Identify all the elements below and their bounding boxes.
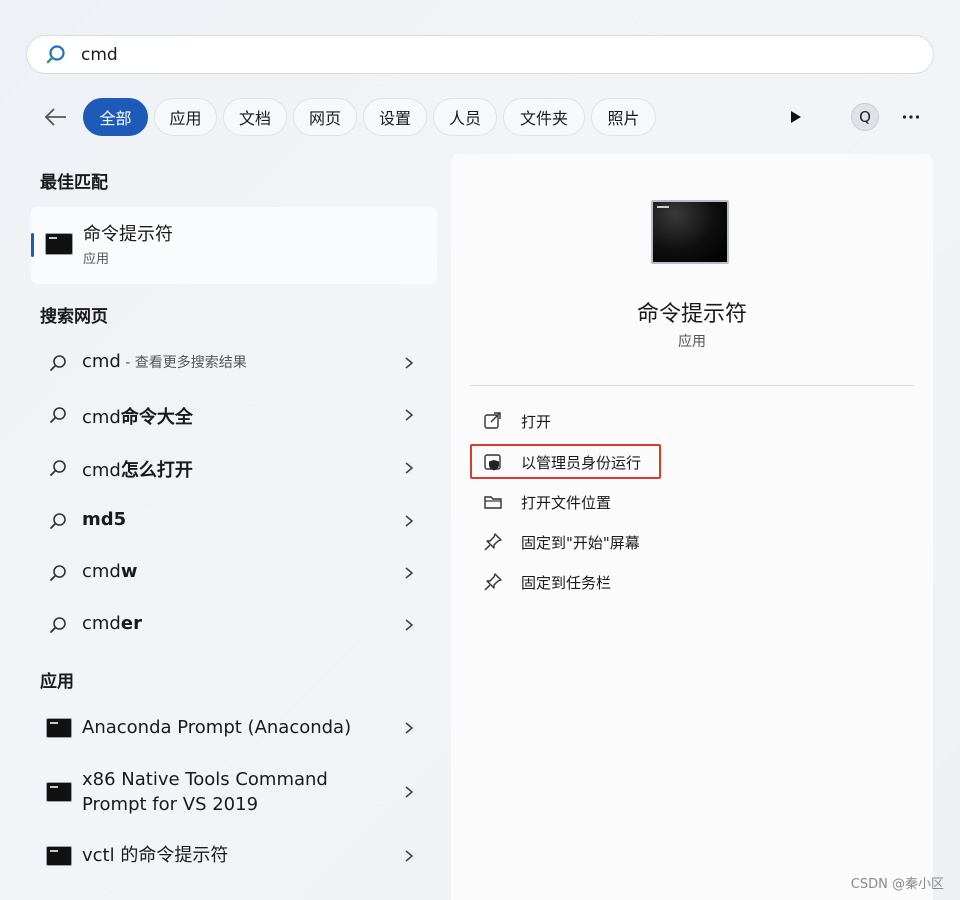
play-icon — [791, 111, 801, 123]
web-search-label: cmd - 查看更多搜索结果 — [82, 351, 247, 372]
app-item-label: vctl 的命令提示符 — [82, 845, 229, 866]
detail-subtitle: 应用 — [678, 334, 706, 350]
highlight-annotation — [470, 444, 661, 479]
chevron-right-icon — [405, 567, 414, 579]
web-search-header: 搜索网页 — [40, 307, 108, 327]
play-more-filters-button[interactable] — [780, 102, 810, 132]
chip-people[interactable]: 人员 — [433, 98, 497, 136]
detail-title: 命令提示符 — [636, 302, 747, 327]
chevron-right-icon — [405, 619, 414, 631]
detail-panel: 命令提示符 应用 打开 以管理员身份运行 打开文件位置 固定到"开始"屏幕 固定… — [451, 154, 933, 900]
best-match-item[interactable]: 命令提示符 应用 — [31, 207, 437, 284]
web-search-label: cmd怎么打开 — [82, 460, 193, 481]
chip-apps[interactable]: 应用 — [154, 98, 217, 136]
web-search-item[interactable]: md5 — [31, 497, 437, 545]
web-search-item[interactable]: cmder — [31, 601, 437, 649]
chevron-right-icon — [405, 515, 414, 527]
account-button[interactable]: Q — [850, 102, 880, 132]
action-pin-to-start[interactable]: 固定到"开始"屏幕 — [483, 527, 640, 557]
search-icon — [46, 44, 65, 63]
action-label: 固定到任务栏 — [521, 573, 612, 592]
chip-documents[interactable]: 文档 — [223, 98, 287, 136]
chip-settings[interactable]: 设置 — [363, 98, 427, 136]
chip-folders[interactable]: 文件夹 — [503, 98, 585, 136]
best-match-title: 命令提示符 — [83, 224, 173, 245]
app-item-label: Anaconda Prompt (Anaconda) — [82, 717, 352, 738]
pin-icon — [484, 533, 502, 551]
cmd-large-icon — [651, 200, 729, 264]
app-item[interactable]: x86 Native Tools Command Prompt for VS 20… — [31, 760, 437, 824]
action-label: 打开文件位置 — [521, 493, 612, 512]
chevron-right-icon — [405, 786, 414, 798]
search-icon — [50, 407, 66, 423]
terminal-app-icon — [46, 782, 72, 802]
search-icon — [50, 513, 66, 529]
chip-all[interactable]: 全部 — [83, 98, 148, 136]
action-open[interactable]: 打开 — [483, 406, 551, 436]
more-options-button[interactable] — [896, 102, 926, 132]
search-bar[interactable] — [26, 35, 934, 74]
best-match-header: 最佳匹配 — [40, 173, 108, 193]
watermark: CSDN @秦小区 — [850, 877, 944, 892]
action-label: 打开 — [521, 412, 552, 431]
web-search-item[interactable]: cmd - 查看更多搜索结果 — [31, 339, 437, 387]
chevron-right-icon — [405, 850, 414, 862]
web-search-item[interactable]: cmd命令大全 — [31, 391, 437, 439]
web-search-item[interactable]: cmd怎么打开 — [31, 444, 437, 492]
back-arrow-icon[interactable] — [42, 103, 70, 131]
chip-photos[interactable]: 照片 — [591, 98, 656, 136]
web-search-label: cmd命令大全 — [82, 407, 193, 428]
best-match-subtitle: 应用 — [83, 252, 110, 267]
action-open-file-location[interactable]: 打开文件位置 — [483, 487, 611, 517]
avatar: Q — [851, 103, 879, 131]
chevron-right-icon — [405, 357, 414, 369]
search-icon — [50, 565, 66, 581]
search-icon — [50, 460, 66, 476]
chevron-right-icon — [405, 462, 414, 474]
folder-icon — [484, 496, 502, 509]
web-search-item[interactable]: cmdw — [31, 549, 437, 597]
selection-indicator — [31, 233, 34, 257]
cmd-app-icon — [45, 233, 73, 255]
search-icon — [50, 355, 66, 371]
app-item[interactable]: vctl 的命令提示符 — [31, 832, 437, 880]
web-search-label: cmdw — [82, 561, 138, 582]
chip-web[interactable]: 网页 — [293, 98, 357, 136]
filter-bar: 全部 应用 文档 网页 设置 人员 文件夹 照片 Q — [40, 97, 940, 137]
web-search-label: cmder — [82, 613, 142, 634]
action-pin-to-taskbar[interactable]: 固定到任务栏 — [483, 567, 611, 597]
chevron-right-icon — [405, 722, 414, 734]
search-input[interactable] — [81, 44, 481, 65]
apps-header: 应用 — [40, 672, 74, 692]
open-external-icon — [484, 412, 501, 429]
chevron-right-icon — [405, 409, 414, 421]
app-item-label: x86 Native Tools Command Prompt for VS 20… — [82, 769, 328, 815]
ellipsis-icon — [902, 115, 920, 119]
terminal-app-icon — [46, 846, 72, 866]
web-search-label: md5 — [82, 509, 127, 530]
app-item[interactable]: Anaconda Prompt (Anaconda) — [31, 704, 437, 752]
action-label: 固定到"开始"屏幕 — [521, 533, 640, 552]
terminal-app-icon — [46, 718, 72, 738]
pin-icon — [484, 573, 502, 591]
divider — [470, 385, 914, 386]
search-icon — [50, 617, 66, 633]
